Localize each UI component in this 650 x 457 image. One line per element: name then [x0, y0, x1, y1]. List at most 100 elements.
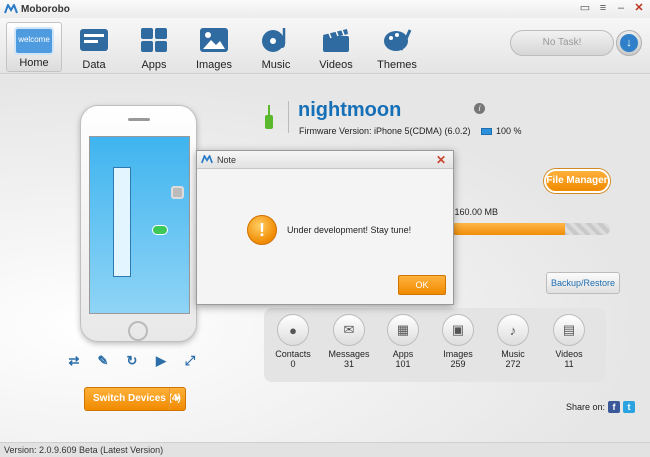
nav-images[interactable]: Images [186, 22, 242, 72]
share-bar: Share on: f t [566, 401, 636, 413]
title-bar: Moborobo ▭ ≡ – ✕ [0, 0, 650, 18]
music-note-icon: ♪ [497, 314, 529, 346]
version-text: Version: 2.0.9.609 Beta (Latest Version) [4, 445, 164, 455]
themes-icon [384, 29, 412, 51]
backup-restore-button[interactable]: Backup/Restore [546, 272, 620, 294]
nav-music-label: Music [261, 59, 291, 71]
battery-status: 100 % [481, 126, 522, 136]
warning-icon: ! [247, 215, 277, 245]
category-images[interactable]: ▣ Images 259 [430, 314, 486, 369]
fullscreen-icon[interactable]: ⤢ [182, 353, 198, 369]
dialog-body: ! Under development! Stay tune! OK [197, 169, 453, 305]
battery-icon [481, 127, 492, 135]
dialog-title: Note [217, 154, 237, 165]
category-music[interactable]: ♪ Music 272 [485, 314, 541, 369]
switch-devices-label: Switch Devices (4) [93, 393, 181, 404]
close-icon[interactable]: ✕ [632, 1, 646, 15]
download-arrow-icon: ↓ [620, 34, 638, 52]
facebook-icon[interactable]: f [608, 401, 621, 413]
data-icon [80, 29, 108, 51]
category-messages[interactable]: ✉ Messages 31 [321, 314, 377, 369]
category-count: 272 [505, 359, 521, 369]
skin-icon[interactable]: ▭ [578, 1, 592, 15]
category-name: Apps [392, 349, 414, 359]
twitter-icon[interactable]: t [623, 401, 636, 413]
play-icon[interactable]: ▶ [153, 353, 169, 369]
category-name: Messages [328, 349, 370, 359]
nav-apps-label: Apps [141, 59, 167, 71]
file-manager-button[interactable]: File Manager [544, 169, 610, 193]
picture-icon: ▣ [442, 314, 474, 346]
tools-icon[interactable]: ✎ [95, 353, 111, 369]
nav-themes[interactable]: Themes [369, 22, 425, 72]
screenshot-toggle-icon[interactable] [171, 186, 184, 199]
videos-icon [323, 29, 349, 52]
usb-connection-icon [264, 105, 274, 129]
category-count: 0 [290, 359, 296, 369]
category-name: Music [501, 349, 525, 359]
note-dialog: Note ✕ ! Under development! Stay tune! O… [196, 150, 454, 305]
info-icon[interactable]: i [474, 103, 485, 114]
share-label: Share on: [566, 402, 606, 412]
nav-data[interactable]: Data [66, 22, 122, 72]
download-manager-button[interactable]: ↓ [616, 30, 642, 56]
minimize-icon[interactable]: – [614, 1, 628, 15]
main-toolbar: welcome Home Data Apps Images Music Vide… [0, 18, 650, 74]
nav-music[interactable]: Music [248, 22, 304, 72]
category-count: 101 [395, 359, 411, 369]
sync-icon[interactable]: ⇄ [66, 353, 82, 369]
storage-text: :160.00 MB [452, 207, 499, 217]
images-icon [200, 28, 228, 52]
switch-devices-button[interactable]: Switch Devices (4) ▼ [84, 387, 186, 411]
category-count: 11 [564, 359, 574, 369]
app-title: Moborobo [21, 3, 70, 15]
music-icon [262, 28, 286, 52]
apps-grid-icon: ▦ [387, 314, 419, 346]
nav-themes-label: Themes [377, 59, 417, 71]
nav-apps[interactable]: Apps [126, 22, 182, 72]
task-status[interactable]: No Task! [510, 30, 614, 56]
nav-videos-label: Videos [319, 59, 353, 71]
category-name: Images [443, 349, 473, 359]
device-screen [89, 136, 190, 314]
category-count: 259 [450, 359, 466, 369]
battery-level: 100 % [496, 126, 522, 136]
apps-icon [141, 28, 167, 52]
moborobo-logo-icon [201, 155, 213, 164]
storage-progress-bar [450, 223, 610, 235]
category-count: 31 [343, 359, 354, 369]
category-name: Contacts [275, 349, 311, 359]
category-apps[interactable]: ▦ Apps 101 [375, 314, 431, 369]
category-summary: ● Contacts 0 ✉ Messages 31 ▦ Apps 101 ▣ … [264, 308, 606, 382]
category-contacts[interactable]: ● Contacts 0 [265, 314, 321, 369]
welcome-icon: welcome [14, 27, 54, 55]
status-bar: Version: 2.0.9.609 Beta (Latest Version) [0, 442, 650, 457]
close-icon[interactable]: ✕ [436, 153, 446, 167]
ok-button[interactable]: OK [398, 275, 446, 295]
moborobo-logo-icon [4, 4, 18, 14]
category-name: Videos [555, 349, 583, 359]
divider [288, 101, 289, 133]
dropdown-arrow-icon[interactable]: ▼ [169, 388, 185, 410]
envelope-icon: ✉ [333, 314, 365, 346]
device-controls: ⇄ ✎ ↻ ▶ ⤢ [66, 353, 198, 369]
nav-home-label: Home [19, 57, 49, 69]
nav-videos[interactable]: Videos [308, 22, 364, 72]
refresh-icon[interactable]: ↻ [124, 353, 140, 369]
nav-home[interactable]: welcome Home [6, 22, 62, 72]
welcome-badge-text: welcome [18, 35, 50, 44]
dialog-message: Under development! Stay tune! [287, 225, 412, 235]
phone-speaker [128, 118, 150, 121]
menu-icon[interactable]: ≡ [596, 1, 610, 15]
device-preview [80, 105, 197, 342]
category-videos[interactable]: ▤ Videos 11 [541, 314, 597, 369]
dialog-title-bar: Note ✕ [197, 151, 453, 169]
nav-data-label: Data [82, 59, 106, 71]
storage-progress-fill [450, 223, 566, 235]
clapper-icon: ▤ [553, 314, 585, 346]
device-name: nightmoon [298, 99, 402, 121]
phone-home-button [128, 321, 148, 341]
person-icon: ● [277, 314, 309, 346]
screen-gem-icon [152, 225, 168, 235]
nav-images-label: Images [195, 59, 233, 71]
